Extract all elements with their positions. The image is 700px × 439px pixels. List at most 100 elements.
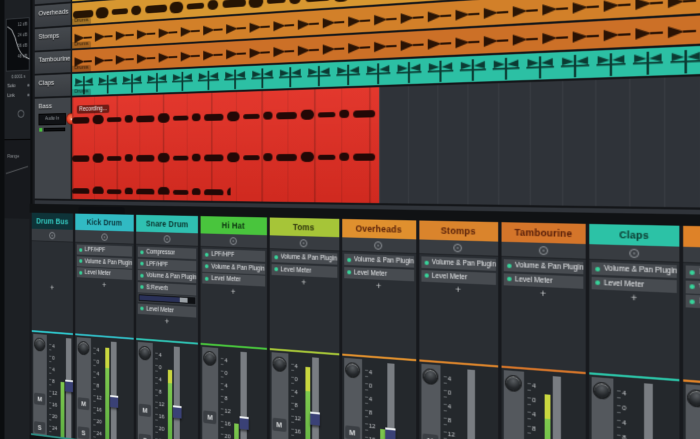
- strip-header[interactable]: Kick Drum: [75, 214, 134, 232]
- automation-mode-icon[interactable]: [374, 241, 382, 250]
- mute-button[interactable]: M: [34, 393, 45, 406]
- plugin-item[interactable]: Compressor: [138, 247, 197, 260]
- plugin-enabled-icon: [140, 262, 143, 266]
- mute-button[interactable]: M: [139, 404, 151, 418]
- db-scale-number: 12: [225, 409, 236, 416]
- add-plugin-button[interactable]: +: [271, 276, 337, 290]
- add-plugin-button[interactable]: +: [504, 286, 584, 302]
- automation-mode-icon[interactable]: [300, 239, 308, 247]
- sidebar-knob[interactable]: [18, 110, 25, 118]
- strip-header[interactable]: Hi Hat: [201, 216, 267, 235]
- track-header[interactable]: Claps: [35, 74, 72, 97]
- add-plugin-button[interactable]: +: [686, 309, 700, 327]
- fader-track[interactable]: [111, 342, 117, 439]
- db-scale-number: 0: [369, 383, 381, 390]
- sidebar-row-solo[interactable]: Solo: [7, 83, 29, 89]
- pan-knob[interactable]: [505, 375, 522, 393]
- strip-options-row: [75, 230, 134, 245]
- strip-header[interactable]: Toms: [269, 217, 339, 237]
- strip-header[interactable]: Stomps: [419, 221, 498, 242]
- plugin-item[interactable]: LPF/HPF: [77, 244, 132, 256]
- plugin-item[interactable]: Volume & Pan Plugin: [271, 251, 337, 264]
- mute-button[interactable]: M: [272, 418, 286, 432]
- plugin-item[interactable]: Volume & Pan Plugin: [203, 261, 265, 274]
- automation-mode-icon[interactable]: [230, 237, 237, 245]
- plugin-label: Volume & Pan Plugin: [432, 259, 496, 269]
- add-plugin-button[interactable]: +: [592, 290, 677, 307]
- mute-button[interactable]: M: [203, 410, 216, 424]
- plugin-item[interactable]: Level Meter: [344, 266, 414, 280]
- pan-knob[interactable]: [139, 346, 151, 361]
- plugin-item[interactable]: Level Meter: [271, 264, 337, 278]
- sidebar-row-label: Link: [7, 93, 14, 99]
- plugin-list: Volume & Pan PluginLevel Meter+: [269, 249, 339, 353]
- properties-sidebar: 12 dB24 dB36 dB48 dB 0.0001 s SoloLink R…: [4, 0, 32, 439]
- fader-track[interactable]: [644, 383, 653, 439]
- track-header[interactable]: Overheads: [35, 3, 72, 27]
- mute-button[interactable]: M: [422, 433, 438, 439]
- add-plugin-button[interactable]: +: [344, 279, 414, 294]
- plugin-item[interactable]: Volume & Pan Plugin: [421, 256, 496, 271]
- fader-track[interactable]: [467, 369, 475, 439]
- track-header[interactable]: Tambourine: [35, 50, 72, 73]
- automation-mode-icon[interactable]: [49, 232, 55, 239]
- track-header[interactable]: BassAudio In: [35, 97, 72, 199]
- strip-header[interactable]: Snare Drum: [136, 215, 198, 234]
- automation-mode-icon[interactable]: [454, 244, 463, 253]
- track-header[interactable]: Stomps: [35, 27, 72, 51]
- plugin-item[interactable]: LPF/HPF: [203, 249, 265, 262]
- fader-track[interactable]: [553, 376, 561, 439]
- automation-mode-icon[interactable]: [101, 233, 107, 241]
- pan-knob[interactable]: [422, 368, 438, 385]
- mute-button[interactable]: M: [78, 397, 90, 410]
- plugin-label: Level Meter: [354, 269, 387, 278]
- plugin-label: LPF/HPF: [211, 251, 234, 259]
- plugin-item[interactable]: Level Meter: [421, 270, 496, 285]
- sidebar-row-link[interactable]: Link: [7, 93, 29, 99]
- audio-input-selector[interactable]: Audio In: [39, 113, 66, 125]
- pan-knob[interactable]: [34, 337, 45, 351]
- add-plugin-button[interactable]: +: [203, 285, 265, 299]
- strip-header[interactable]: Overheads: [342, 219, 416, 239]
- fader-handle[interactable]: [385, 427, 395, 439]
- strip-header[interactable]: Claps: [590, 224, 680, 247]
- automation-mode-icon[interactable]: [629, 249, 639, 258]
- fader-handle[interactable]: [239, 416, 248, 430]
- fader-track[interactable]: [312, 357, 319, 439]
- plugin-item[interactable]: Volume & Pan Plugin: [77, 256, 132, 268]
- add-plugin-button[interactable]: +: [33, 282, 71, 294]
- pan-knob[interactable]: [78, 341, 90, 356]
- solo-button[interactable]: S: [139, 434, 151, 439]
- mute-button[interactable]: M: [345, 425, 360, 439]
- db-scale-number: 8: [448, 418, 461, 426]
- fader-handle[interactable]: [310, 412, 320, 426]
- db-scale-number: 0: [622, 405, 637, 413]
- plugin-item[interactable]: Volume & Pan Plugin: [504, 259, 584, 274]
- plugin-enabled-icon: [424, 260, 428, 264]
- meter-level-segment: [105, 368, 109, 439]
- automation-mode-icon[interactable]: [538, 246, 547, 255]
- audio-clip[interactable]: Recording...: [72, 87, 379, 203]
- db-scale-number: 0: [52, 356, 61, 362]
- solo-button[interactable]: S: [78, 426, 90, 439]
- plugin-item[interactable]: Volume & Pan Plugin: [344, 254, 414, 268]
- fader-handle[interactable]: [65, 380, 73, 393]
- slider-handle[interactable]: [180, 298, 187, 303]
- strip-header[interactable]: Drum Bus: [32, 213, 73, 230]
- solo-button[interactable]: S: [34, 421, 45, 434]
- fader-handle[interactable]: [110, 395, 118, 408]
- strip-header[interactable]: Tambourine: [502, 222, 586, 244]
- plugin-item[interactable]: LPF/HPF: [138, 258, 197, 271]
- add-plugin-button[interactable]: +: [77, 279, 132, 292]
- plugin-label: Level Meter: [211, 275, 240, 283]
- add-plugin-button[interactable]: +: [138, 315, 197, 329]
- plugin-item[interactable]: Volume & Pan Plugin: [592, 262, 677, 278]
- add-plugin-button[interactable]: +: [421, 283, 496, 298]
- fader-section: MS40481216202430: [342, 356, 416, 439]
- fader-track[interactable]: [174, 347, 180, 439]
- plugin-label: Level Meter: [432, 272, 467, 281]
- bass-waveform-band: [72, 149, 379, 164]
- automation-mode-icon[interactable]: [163, 235, 170, 243]
- fader-handle[interactable]: [173, 405, 182, 418]
- mixer-strip-overheads: Overheads Volume & Pan PluginLevel Meter+…: [342, 219, 416, 439]
